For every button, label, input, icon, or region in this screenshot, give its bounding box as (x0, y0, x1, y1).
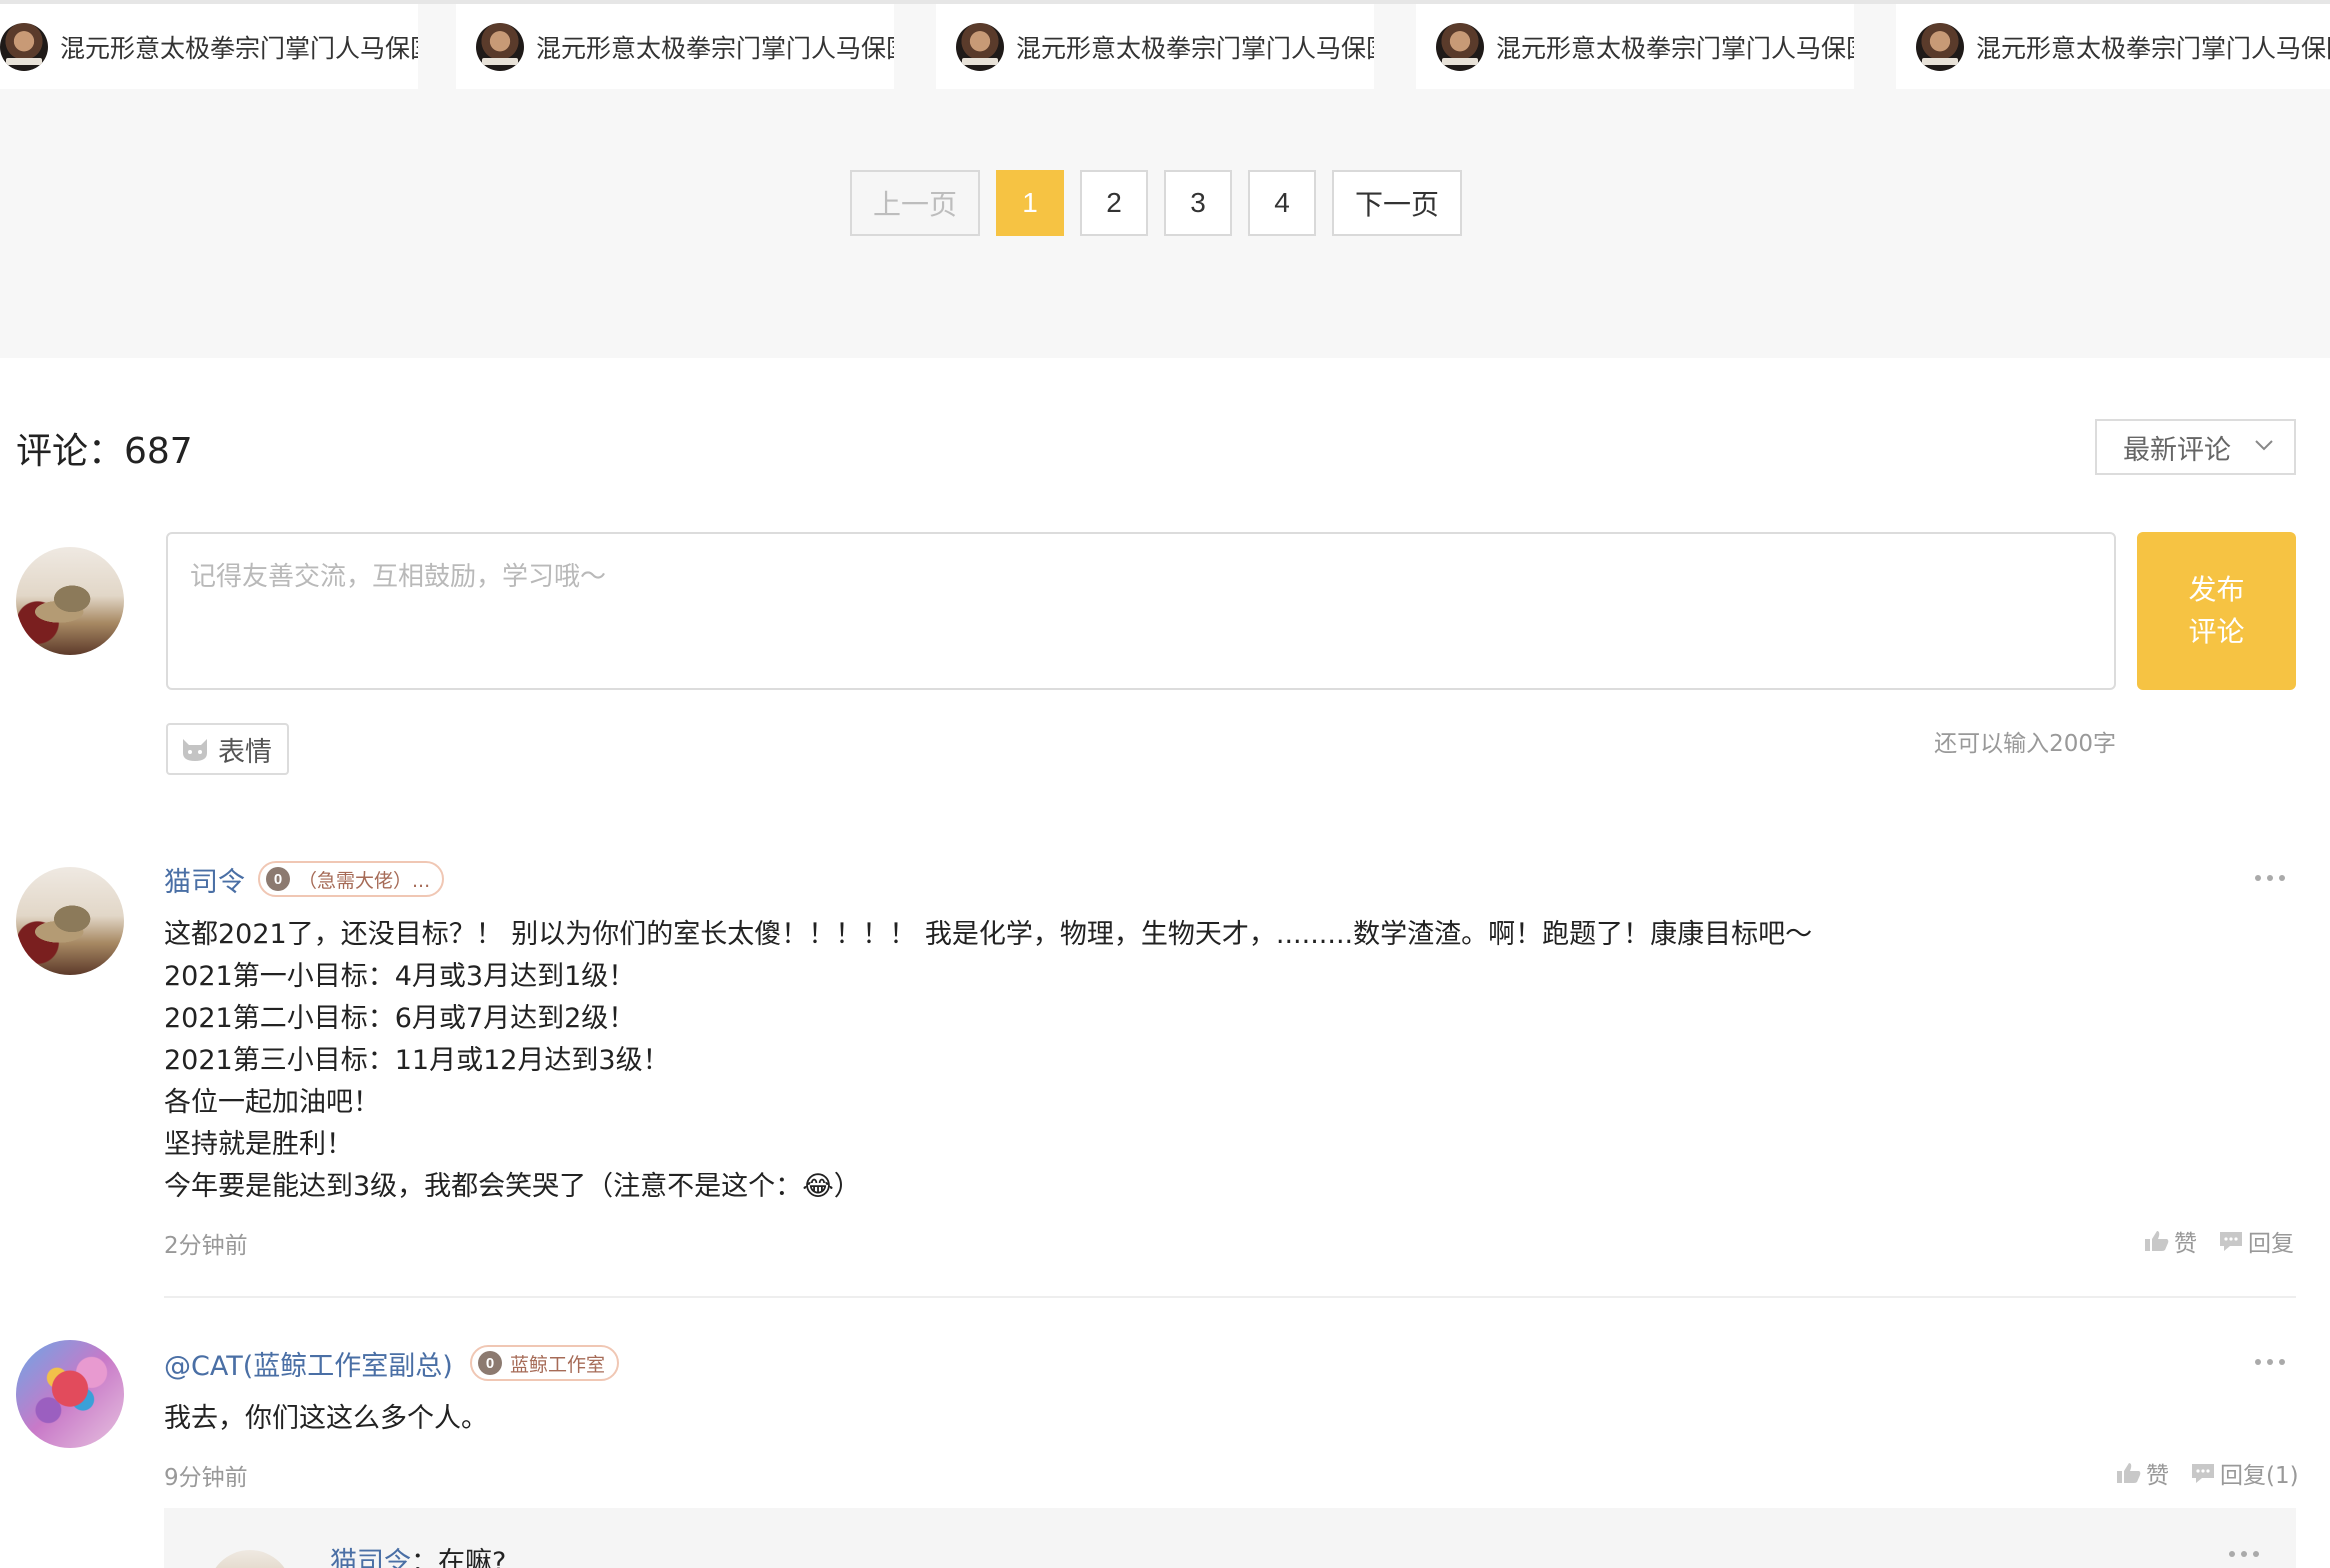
publish-label-line1: 发布 (2188, 573, 2245, 606)
reply-thread: 猫司令：在嘛? (164, 1508, 2296, 1568)
laugh-cry-emoji: 😂 (802, 1171, 834, 1202)
page-4-button[interactable]: 4 (1248, 170, 1316, 236)
comment-text-line: 坚持就是胜利！ (164, 1129, 353, 1160)
comment-timestamp: 9分钟前 (164, 1465, 248, 1491)
video-card[interactable]: 混元形意太极拳宗门掌门人马保国 (0, 4, 418, 89)
sort-select[interactable]: 最新评论 (2095, 419, 2296, 475)
emoji-label: 表情 (218, 736, 272, 768)
page-3-button[interactable]: 3 (1164, 170, 1232, 236)
video-thumbnail (476, 22, 524, 71)
comment-count: 评论：687 (16, 431, 193, 472)
comment-text-line: 2021第一小目标：4月或3月达到1级！ (164, 961, 636, 992)
level-badge-icon: 0 (478, 1351, 502, 1375)
comment-avatar[interactable] (16, 1340, 124, 1448)
reply-avatar[interactable] (208, 1550, 292, 1568)
reply-label: 回复 (2248, 1231, 2294, 1257)
comment-author[interactable]: @CAT(蓝鲸工作室副总) (164, 1344, 453, 1383)
video-card[interactable]: 混元形意太极拳宗门掌门人马保国 (936, 4, 1374, 89)
video-title: 混元形意太极拳宗门掌门人马保国 (1976, 33, 2330, 63)
char-remaining: 还可以输入200字 (1934, 731, 2116, 757)
video-title: 混元形意太极拳宗门掌门人马保国 (536, 33, 894, 63)
video-title: 混元形意太极拳宗门掌门人马保国 (1496, 33, 1854, 63)
current-user-avatar (16, 547, 124, 655)
publish-comment-button[interactable]: 发布 评论 (2137, 532, 2296, 690)
reply-button[interactable]: 回复 (2218, 1224, 2294, 1258)
comment-text-line: 2021第三小目标：11月或12月达到3级！ (164, 1045, 670, 1076)
related-videos-section: 混元形意太极拳宗门掌门人马保国 混元形意太极拳宗门掌门人马保国 混元形意太极拳宗… (0, 0, 2330, 358)
comment-text-line: 这都2021了，还没目标？！ 别以为你们的室长太傻！！！！！ 我是化学，物理，生… (164, 919, 1813, 950)
comment-avatar[interactable] (16, 867, 124, 975)
video-thumbnail (1436, 22, 1484, 71)
reply-label: 回复(1) (2220, 1463, 2299, 1489)
comment-divider (164, 1296, 2296, 1298)
page-1-button[interactable]: 1 (996, 170, 1064, 236)
like-label: 赞 (2146, 1463, 2169, 1489)
comment-text-line: 各位一起加油吧！ (164, 1087, 380, 1118)
badge-label: 蓝鲸工作室 (510, 1353, 606, 1376)
comment-input[interactable] (166, 532, 2116, 690)
like-button[interactable]: 赞 (2116, 1456, 2169, 1490)
more-options-icon[interactable] (2228, 1550, 2260, 1558)
page-2-button[interactable]: 2 (1080, 170, 1148, 236)
comment-text-line: 2021第二小目标：6月或7月达到2级！ (164, 1003, 636, 1034)
video-title: 混元形意太极拳宗门掌门人马保国 (1016, 33, 1374, 63)
comment-text-line: 今年要是能达到3级，我都会笑哭了（注意不是这个：😂） (164, 1164, 861, 1203)
emoji-button[interactable]: 表情 (166, 723, 289, 775)
video-thumbnail (1916, 22, 1964, 71)
more-options-icon[interactable] (2254, 1358, 2286, 1366)
chevron-down-icon (2255, 440, 2273, 451)
comment-bubble-icon (2192, 1464, 2214, 1483)
reply-button[interactable]: 回复(1) (2190, 1456, 2299, 1490)
prev-page-button[interactable]: 上一页 (850, 170, 980, 236)
comment-text: ） (833, 1171, 861, 1202)
user-badge: 0 蓝鲸工作室 (470, 1345, 620, 1381)
comment-timestamp: 2分钟前 (164, 1233, 248, 1259)
video-card[interactable]: 混元形意太极拳宗门掌门人马保国 (1416, 4, 1854, 89)
comment-text-line: 我去，你们这这么多个人。 (164, 1403, 488, 1434)
publish-label-line2: 评论 (2188, 615, 2245, 648)
video-title: 混元形意太极拳宗门掌门人马保国 (60, 33, 418, 63)
thumbs-up-icon (2145, 1231, 2169, 1251)
badge-label: （急需大佬）... (298, 869, 431, 892)
comment-author[interactable]: 猫司令 (164, 860, 245, 899)
more-options-icon[interactable] (2254, 874, 2286, 882)
reply-text: ：在嘛? (411, 1547, 507, 1568)
thumbs-up-icon (2117, 1463, 2141, 1483)
like-label: 赞 (2174, 1231, 2197, 1257)
cat-emoji-icon (183, 739, 207, 761)
comment-text: 今年要是能达到3级，我都会笑哭了（注意不是这个： (164, 1171, 803, 1202)
next-page-button[interactable]: 下一页 (1332, 170, 1462, 236)
reply-item: 猫司令：在嘛? (330, 1540, 506, 1568)
video-thumbnail (956, 22, 1004, 71)
video-card[interactable]: 混元形意太极拳宗门掌门人马保国 (456, 4, 894, 89)
user-badge: 0 （急需大佬）... (258, 861, 445, 897)
level-badge-icon: 0 (266, 867, 290, 891)
video-thumbnail (0, 22, 48, 71)
reply-author[interactable]: 猫司令 (330, 1547, 411, 1568)
video-card[interactable]: 混元形意太极拳宗门掌门人马保国 (1896, 4, 2330, 89)
like-button[interactable]: 赞 (2144, 1224, 2197, 1258)
comment-bubble-icon (2220, 1232, 2242, 1251)
sort-selected-label: 最新评论 (2123, 434, 2231, 466)
